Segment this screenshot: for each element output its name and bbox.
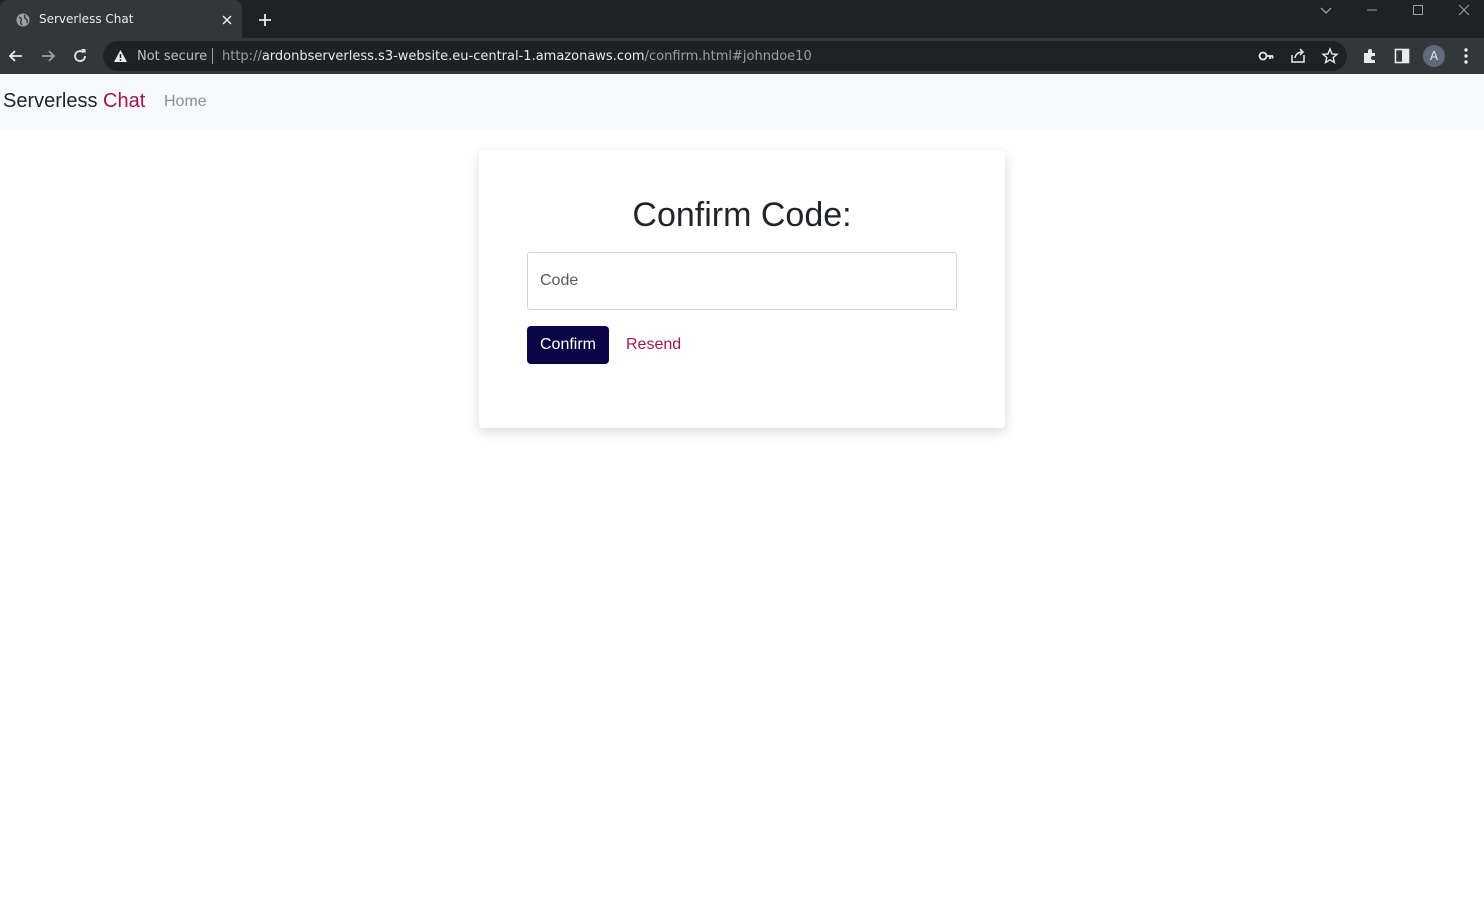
tab-search-icon[interactable] (1318, 2, 1334, 18)
code-input[interactable] (527, 252, 957, 310)
forward-icon[interactable] (38, 46, 58, 66)
url-path: /confirm.html#johndoe10 (644, 49, 812, 64)
site-navbar: Serverless Chat Home (0, 74, 1484, 130)
profile-avatar[interactable]: A (1423, 45, 1445, 67)
close-tab-icon[interactable] (219, 12, 235, 28)
security-status[interactable]: Not secure (137, 49, 207, 64)
url-host: ardonbserverless.s3-website.eu-central-1… (261, 49, 645, 64)
back-icon[interactable] (6, 46, 26, 66)
warning-icon (114, 50, 127, 62)
address-bar[interactable]: Not secure http://ardonbserverless.s3-we… (103, 41, 1347, 71)
bookmark-star-icon[interactable] (1321, 47, 1339, 65)
nav-home-link[interactable]: Home (164, 93, 207, 111)
globe-icon (16, 13, 30, 27)
minimize-icon[interactable] (1364, 2, 1380, 18)
brand-logo[interactable]: Serverless Chat (3, 90, 145, 113)
reload-icon[interactable] (70, 46, 90, 66)
new-tab-icon[interactable] (256, 11, 274, 29)
url-text[interactable]: http://ardonbserverless.s3-website.eu-ce… (222, 49, 812, 64)
browser-toolbar: Not secure http://ardonbserverless.s3-we… (0, 38, 1484, 74)
brand-primary: Serverless (3, 90, 98, 112)
confirm-card: Confirm Code: Confirm Resend (479, 150, 1005, 428)
tab-title: Serverless Chat (39, 12, 134, 26)
browser-tabstrip: Serverless Chat (0, 0, 1484, 38)
kebab-menu-icon[interactable] (1456, 46, 1476, 66)
side-panel-icon[interactable] (1392, 46, 1412, 66)
maximize-icon[interactable] (1410, 2, 1426, 18)
key-icon[interactable] (1257, 47, 1275, 65)
omnibox-divider (212, 48, 213, 64)
extensions-puzzle-icon[interactable] (1360, 46, 1380, 66)
page-title: Confirm Code: (632, 196, 852, 234)
close-window-icon[interactable] (1456, 2, 1472, 18)
brand-accent: Chat (103, 90, 146, 112)
resend-link[interactable]: Resend (626, 336, 681, 354)
browser-tab[interactable]: Serverless Chat (0, 0, 242, 38)
confirm-button[interactable]: Confirm (527, 326, 609, 364)
share-icon[interactable] (1289, 47, 1307, 65)
url-scheme: http:// (222, 49, 262, 64)
